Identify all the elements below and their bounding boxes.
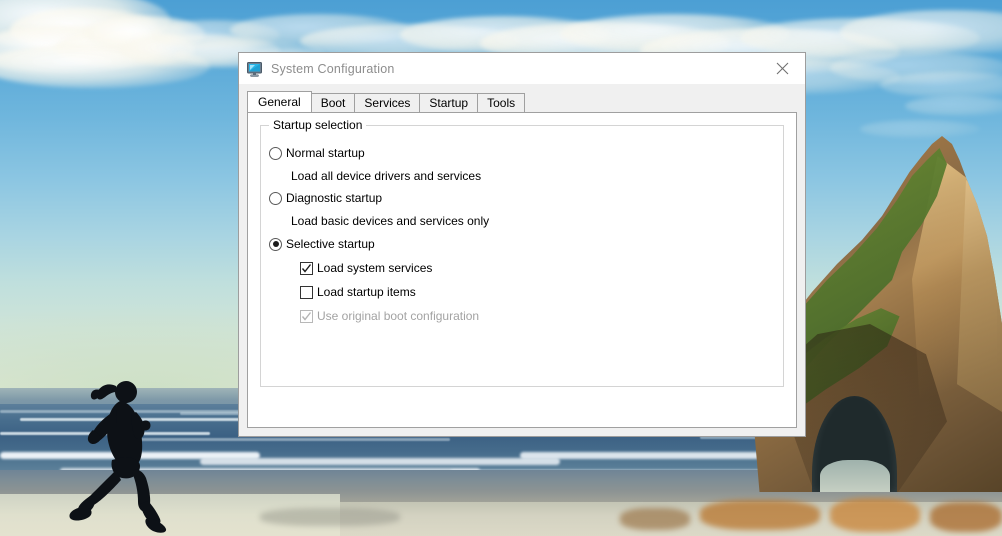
tab-panel-general: Startup selection Normal startup Load al… — [247, 112, 797, 428]
checkbox-use-original-boot-configuration: Use original boot configuration — [300, 309, 479, 323]
tab-boot-label: Boot — [321, 97, 346, 109]
checkbox-load-system-services-box — [300, 262, 313, 275]
checkbox-load-system-services-label: Load system services — [317, 261, 432, 275]
window-client-area: General Boot Services Startup Tools Star… — [239, 84, 805, 436]
checkbox-load-system-services[interactable]: Load system services — [300, 261, 432, 275]
radio-selective-startup-label: Selective startup — [286, 237, 375, 251]
startup-selection-group: Startup selection Normal startup Load al… — [260, 125, 784, 387]
radio-normal-startup[interactable]: Normal startup — [269, 146, 365, 160]
desktop: System Configuration General Boot Servic… — [0, 0, 1002, 536]
radio-diagnostic-startup-label: Diagnostic startup — [286, 191, 382, 205]
tab-startup[interactable]: Startup — [419, 93, 478, 112]
tab-tools-label: Tools — [487, 97, 515, 109]
checkbox-use-original-boot-configuration-label: Use original boot configuration — [317, 309, 479, 323]
tab-general-label: General — [258, 96, 301, 108]
runner-silhouette — [64, 372, 174, 534]
checkbox-load-startup-items[interactable]: Load startup items — [300, 285, 416, 299]
normal-startup-description: Load all device drivers and services — [291, 169, 481, 183]
checkbox-load-startup-items-label: Load startup items — [317, 285, 416, 299]
radio-diagnostic-startup[interactable]: Diagnostic startup — [269, 191, 382, 205]
title-bar: System Configuration — [239, 53, 805, 84]
tab-startup-label: Startup — [429, 97, 468, 109]
radio-selective-startup-indicator — [269, 238, 282, 251]
close-icon[interactable] — [760, 53, 805, 84]
startup-selection-group-title: Startup selection — [269, 118, 366, 132]
tab-tools[interactable]: Tools — [477, 93, 525, 112]
tab-services-label: Services — [364, 97, 410, 109]
checkbox-load-startup-items-box — [300, 286, 313, 299]
tab-boot[interactable]: Boot — [311, 93, 356, 112]
window-title: System Configuration — [271, 62, 395, 76]
tab-general[interactable]: General — [247, 91, 312, 112]
radio-normal-startup-label: Normal startup — [286, 146, 365, 160]
system-configuration-monitor-icon — [247, 61, 263, 77]
radio-selective-startup[interactable]: Selective startup — [269, 237, 375, 251]
radio-normal-startup-indicator — [269, 147, 282, 160]
system-configuration-window: System Configuration General Boot Servic… — [238, 52, 806, 437]
radio-diagnostic-startup-indicator — [269, 192, 282, 205]
checkbox-use-original-boot-configuration-box — [300, 310, 313, 323]
tab-strip: General Boot Services Startup Tools — [247, 92, 797, 112]
diagnostic-startup-description: Load basic devices and services only — [291, 214, 489, 228]
tab-services[interactable]: Services — [354, 93, 420, 112]
